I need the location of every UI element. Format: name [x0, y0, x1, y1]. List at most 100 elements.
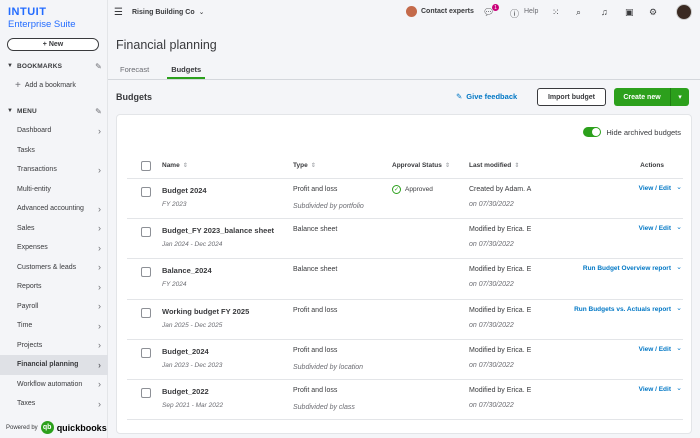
- sidebar-item-label: Workflow automation: [17, 380, 83, 388]
- sidebar-item-label: Multi-entity: [17, 185, 51, 193]
- sidebar-item-label: Time: [17, 322, 33, 330]
- pencil-icon[interactable]: ✎: [95, 62, 102, 71]
- chevron-down-icon[interactable]: ⌄: [676, 263, 682, 271]
- sidebar-item-dashboard[interactable]: Dashboard ›: [0, 121, 108, 141]
- header-modified-label: Last modified: [469, 162, 512, 169]
- help-icon[interactable]: ⓘ: [510, 7, 519, 20]
- header-type[interactable]: Type ⇕: [293, 162, 316, 169]
- sidebar-item-tasks[interactable]: Tasks: [0, 141, 108, 161]
- budget-name[interactable]: Budget_FY 2023_balance sheet: [162, 226, 274, 235]
- budget-name[interactable]: Working budget FY 2025: [162, 307, 249, 316]
- row-action-link[interactable]: Run Budget Overview report: [583, 265, 671, 272]
- header-approval[interactable]: Approval Status ⇕: [392, 162, 450, 169]
- modified-by: Modified by Erica. E: [469, 306, 532, 314]
- caret-down-icon: ▼: [7, 108, 14, 114]
- sidebar-item-workflow-automation[interactable]: Workflow automation ›: [0, 375, 108, 395]
- row-checkbox[interactable]: [141, 347, 151, 358]
- row-action-link[interactable]: Run Budgets vs. Actuals report: [574, 306, 671, 313]
- section-title: Budgets: [116, 92, 152, 102]
- chevron-down-icon[interactable]: ▾: [671, 93, 689, 101]
- chevron-right-icon: ›: [98, 281, 101, 292]
- chevron-right-icon: ›: [98, 320, 101, 331]
- sidebar-item-advanced-accounting[interactable]: Advanced accounting ›: [0, 199, 108, 219]
- new-button[interactable]: + New: [7, 38, 99, 51]
- sidebar-item-reports[interactable]: Reports ›: [0, 277, 108, 297]
- budget-name[interactable]: Budget_2024: [162, 347, 209, 356]
- sort-icon: ⇕: [444, 163, 450, 169]
- create-new-label[interactable]: Create new: [614, 94, 670, 101]
- menu-header[interactable]: ▼ MENU ✎: [7, 105, 102, 117]
- chevron-right-icon: ›: [98, 203, 101, 214]
- chevron-down-icon[interactable]: ⌄: [676, 223, 682, 231]
- row-checkbox[interactable]: [141, 307, 151, 318]
- import-budget-button[interactable]: Import budget: [537, 88, 606, 106]
- row-action-link[interactable]: View / Edit: [639, 346, 671, 353]
- sidebar-item-sales[interactable]: Sales ›: [0, 219, 108, 239]
- budget-name[interactable]: Budget 2024: [162, 186, 207, 195]
- sidebar: INTUIT Enterprise Suite + New ▼ BOOKMARK…: [0, 0, 108, 438]
- header-modified[interactable]: Last modified ⇕: [469, 162, 519, 169]
- chevron-down-icon[interactable]: ⌄: [676, 344, 682, 352]
- sidebar-item-multi-entity[interactable]: Multi-entity: [0, 180, 108, 200]
- sidebar-item-transactions[interactable]: Transactions ›: [0, 160, 108, 180]
- add-bookmark-label: Add a bookmark: [24, 82, 76, 89]
- sidebar-item-label: Sales: [17, 224, 35, 232]
- apps-grid-icon[interactable]: ⁙: [552, 7, 560, 18]
- approval-status: ✓ Approved: [392, 185, 433, 194]
- modified-by: Modified by Erica. E: [469, 226, 532, 234]
- sidebar-item-payroll[interactable]: Payroll ›: [0, 297, 108, 317]
- sidebar-item-customers-leads[interactable]: Customers & leads ›: [0, 258, 108, 278]
- search-icon[interactable]: ⌕: [576, 7, 581, 18]
- brand-line1: INTUIT: [8, 6, 47, 18]
- contact-experts-button[interactable]: Contact experts: [406, 6, 474, 17]
- sidebar-item-financial-planning[interactable]: Financial planning ›: [0, 355, 108, 375]
- sidebar-item-projects[interactable]: Projects ›: [0, 336, 108, 356]
- row-checkbox[interactable]: [141, 187, 151, 197]
- clipboard-icon[interactable]: ▣: [625, 7, 634, 18]
- create-new-button[interactable]: Create new ▾: [614, 88, 689, 106]
- budget-type: Profit and loss: [293, 306, 338, 314]
- header-name[interactable]: Name ⇕: [162, 162, 188, 169]
- row-checkbox[interactable]: [141, 227, 151, 238]
- row-checkbox[interactable]: [141, 388, 151, 398]
- row-action-link[interactable]: View / Edit: [639, 225, 671, 232]
- feedback-label: Give feedback: [466, 92, 518, 101]
- table-header: Name ⇕ Type ⇕ Approval Status ⇕ Last modifi…: [117, 159, 693, 177]
- hamburger-icon[interactable]: ☰: [114, 7, 123, 18]
- company-switcher[interactable]: Rising Building Co ⌄: [132, 8, 204, 16]
- budget-name[interactable]: Budget_2022: [162, 387, 209, 396]
- sidebar-item-taxes[interactable]: Taxes ›: [0, 394, 108, 414]
- give-feedback-link[interactable]: ✎ Give feedback: [456, 92, 517, 101]
- user-avatar[interactable]: [676, 4, 692, 20]
- budget-name[interactable]: Balance_2024: [162, 266, 212, 275]
- row-action-link[interactable]: View / Edit: [639, 185, 671, 192]
- chevron-down-icon[interactable]: ⌄: [676, 304, 682, 312]
- tab-budgets[interactable]: Budgets: [167, 62, 206, 80]
- bell-icon[interactable]: ♫: [601, 7, 608, 17]
- bookmarks-header[interactable]: ▼ BOOKMARKS ✎: [7, 60, 102, 72]
- add-bookmark-link[interactable]: + Add a bookmark: [15, 80, 76, 91]
- chevron-down-icon[interactable]: ⌄: [676, 384, 682, 392]
- table-row: Working budget FY 2025 Jan 2025 - Dec 202…: [117, 300, 693, 340]
- sidebar-item-label: Tasks: [17, 146, 35, 154]
- sidebar-item-expenses[interactable]: Expenses ›: [0, 238, 108, 258]
- hide-archived-toggle[interactable]: [583, 127, 602, 137]
- modified-by: Created by Adam. A: [469, 186, 532, 193]
- contact-label: Contact experts: [421, 8, 474, 15]
- chevron-down-icon[interactable]: ⌄: [676, 183, 682, 191]
- gear-icon[interactable]: ⚙: [649, 7, 657, 18]
- help-label[interactable]: Help: [524, 8, 538, 15]
- select-all-checkbox[interactable]: [141, 161, 151, 171]
- row-checkbox[interactable]: [141, 267, 151, 278]
- chevron-right-icon: ›: [98, 379, 101, 390]
- header-actions-label: Actions: [640, 162, 664, 169]
- budget-type: Balance sheet: [293, 266, 338, 274]
- tab-forecast[interactable]: Forecast: [116, 62, 153, 80]
- budget-type-subdivision: Subdivided by location: [293, 363, 364, 371]
- bookmarks-label: BOOKMARKS: [17, 62, 63, 70]
- sidebar-item-time[interactable]: Time ›: [0, 316, 108, 336]
- chevron-down-icon: ⌄: [198, 9, 205, 16]
- intuit-logo[interactable]: INTUIT Enterprise Suite: [8, 7, 76, 31]
- row-action-link[interactable]: View / Edit: [639, 386, 671, 393]
- pencil-icon[interactable]: ✎: [95, 107, 102, 116]
